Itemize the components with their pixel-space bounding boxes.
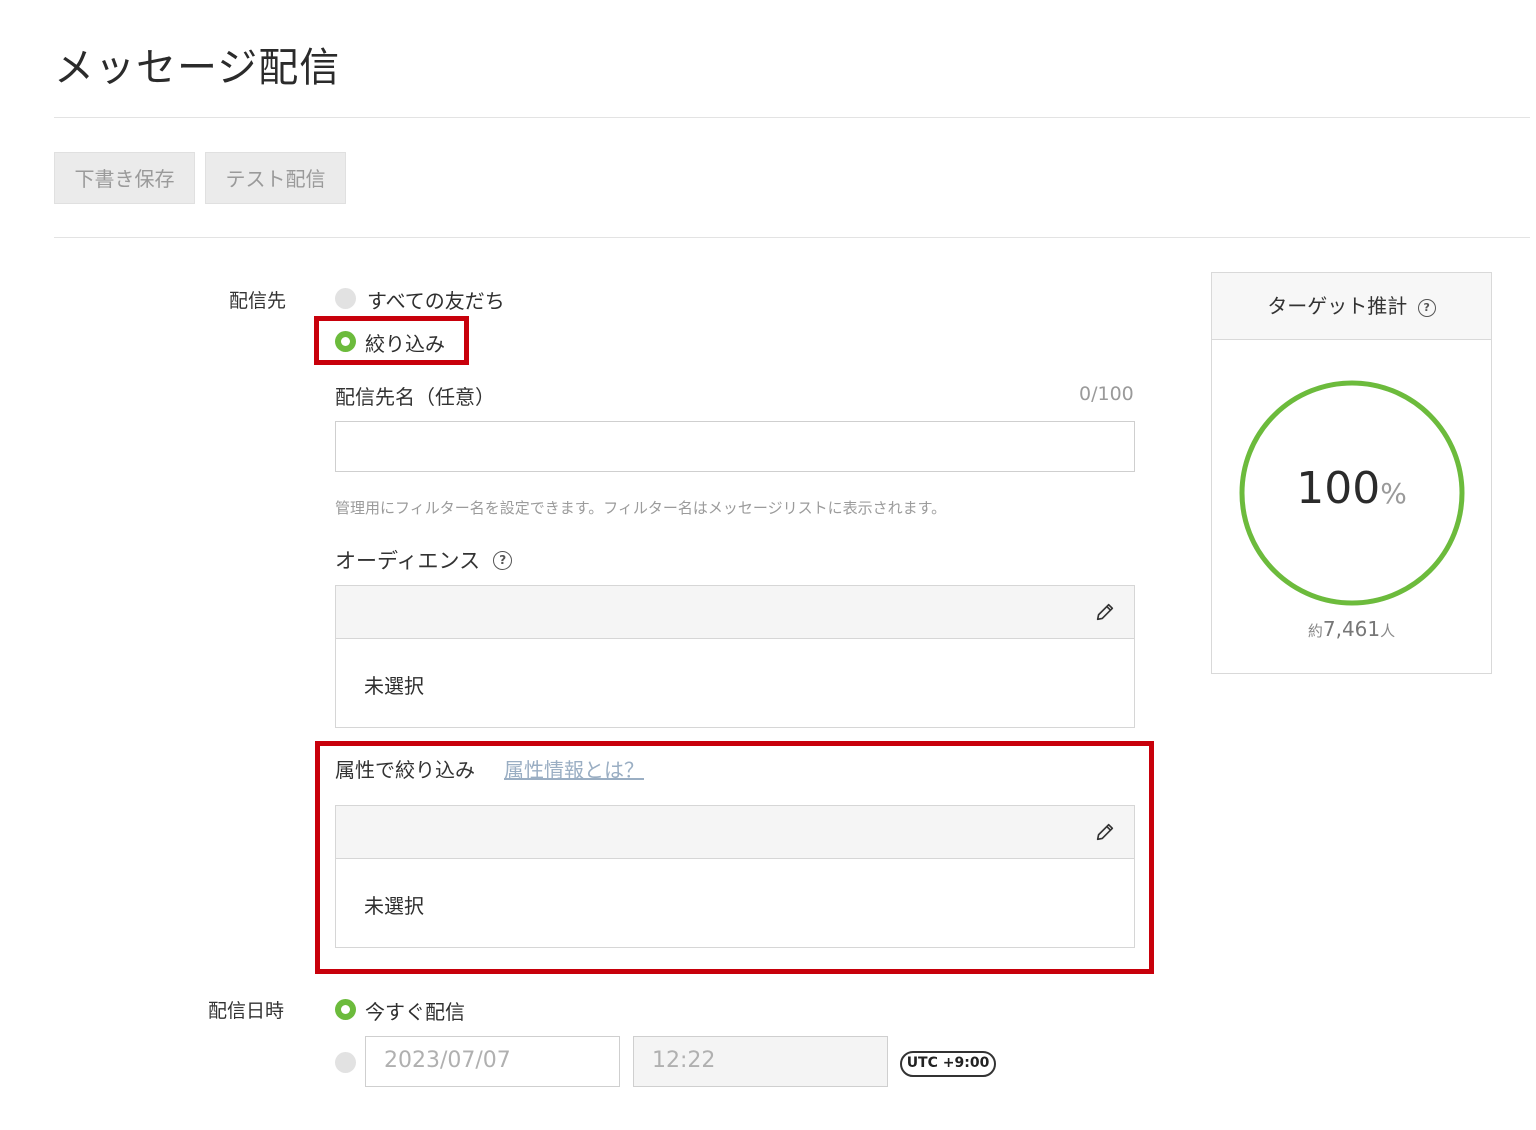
attribute-panel-header xyxy=(336,806,1134,859)
target-percent: 100% xyxy=(1212,463,1491,524)
attribute-value: 未選択 xyxy=(364,894,424,918)
radio-send-now[interactable]: 今すぐ配信 xyxy=(335,997,495,1024)
schedule-time-input[interactable]: 12:22 xyxy=(633,1036,888,1087)
radio-all-friends[interactable]: すべての友だち xyxy=(335,286,595,313)
target-count-prefix: 約 xyxy=(1307,622,1323,640)
target-help-icon[interactable]: ? xyxy=(1417,298,1436,317)
timezone-badge: UTC +9:00 xyxy=(900,1051,996,1077)
audience-help-icon[interactable]: ? xyxy=(493,550,513,570)
target-estimate-title: ターゲット推計 xyxy=(1267,294,1408,318)
audience-heading: オーディエンス ? xyxy=(335,545,513,573)
toolbar-divider xyxy=(54,237,1530,238)
radio-send-now-circle[interactable] xyxy=(335,999,356,1020)
target-count-value: 7,461 xyxy=(1322,617,1381,641)
destination-name-counter: 0/100 xyxy=(1079,383,1134,405)
target-count: 約7,461人 xyxy=(1212,617,1491,641)
schedule-label: 配信日時 xyxy=(208,1000,285,1022)
destination-name-label: 配信先名（任意） xyxy=(335,385,495,409)
target-percent-number: 100 xyxy=(1296,463,1381,514)
target-percent-unit: % xyxy=(1380,477,1407,510)
save-draft-button[interactable]: 下書き保存 xyxy=(54,152,195,204)
audience-value: 未選択 xyxy=(364,674,424,698)
radio-narrow-circle[interactable] xyxy=(335,331,356,352)
audience-edit-pencil-icon[interactable] xyxy=(1094,601,1116,623)
radio-all-friends-circle[interactable] xyxy=(335,288,356,309)
attribute-panel: 未選択 xyxy=(335,805,1135,948)
target-count-suffix: 人 xyxy=(1380,622,1396,640)
test-send-button[interactable]: テスト配信 xyxy=(205,152,346,204)
attribute-info-link[interactable]: 属性情報とは？ xyxy=(504,754,644,783)
radio-narrow-label: 絞り込み xyxy=(365,332,445,356)
target-estimate-card: ターゲット推計 ? 100% 約7,461人 xyxy=(1211,272,1492,674)
target-estimate-header: ターゲット推計 ? xyxy=(1212,273,1491,340)
audience-panel: 未選択 xyxy=(335,585,1135,728)
destination-name-input[interactable] xyxy=(335,421,1135,472)
page-title: メッセージ配信 xyxy=(54,45,341,91)
audience-panel-header xyxy=(336,586,1134,639)
audience-label: オーディエンス xyxy=(335,549,481,573)
attribute-label: 属性で絞り込み xyxy=(335,758,475,782)
destination-name-hint: 管理用にフィルター名を設定できます。フィルター名はメッセージリストに表示されます… xyxy=(335,499,947,517)
radio-all-friends-label: すべての友だち xyxy=(367,289,505,313)
title-divider xyxy=(54,117,1530,118)
radio-scheduled-circle[interactable] xyxy=(335,1052,356,1073)
radio-narrow[interactable]: 絞り込み xyxy=(335,329,460,356)
radio-send-now-label: 今すぐ配信 xyxy=(365,1000,465,1024)
schedule-date-input[interactable]: 2023/07/07 xyxy=(365,1036,620,1087)
attribute-edit-pencil-icon[interactable] xyxy=(1094,821,1116,843)
destination-label: 配信先 xyxy=(229,290,287,312)
